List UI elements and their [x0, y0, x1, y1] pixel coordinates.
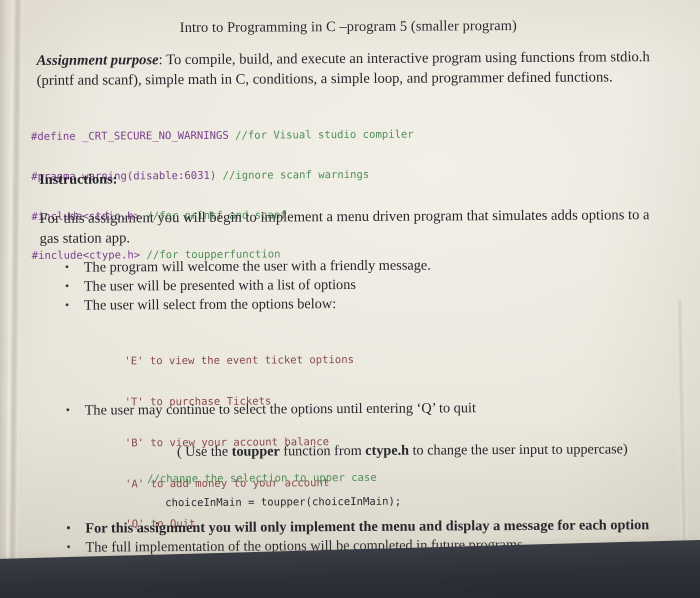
continue-bullet-list: The user may continue to select the opti… [63, 399, 476, 421]
page-content-skew-wrapper: Intro to Programming in C –program 5 (sm… [0, 0, 700, 598]
document-title: Intro to Programming in C –program 5 (sm… [179, 17, 517, 37]
snippet-code-line: choiceInMain = toupper(choiceInMain); [165, 495, 402, 510]
menu-option-e: 'E' to view the event ticket options [124, 354, 355, 368]
assignment-purpose-label: Assignment purpose [36, 52, 159, 69]
list-item: The program will welcome the user with a… [62, 257, 431, 278]
toupper-note-prefix: ( Use the [176, 443, 232, 461]
list-item: The full implementation of the options w… [63, 535, 649, 558]
code-define-directive: #define _CRT_SECURE_NO_WARNINGS [30, 130, 236, 144]
toupper-note-suffix: to change the user input to uppercase) [408, 441, 628, 459]
list-item: The user may continue to select the opti… [63, 399, 476, 421]
closing-bullet-list: For this assignment you will only implem… [63, 516, 649, 558]
assignment-purpose-paragraph: Assignment purpose: To compile, build, a… [36, 48, 664, 91]
instructions-heading: Instructions: [39, 171, 118, 188]
toupper-function-name: toupper [231, 443, 280, 460]
code-line-define: #define _CRT_SECURE_NO_WARNINGS //for Vi… [31, 129, 414, 145]
intro-paragraph: For this assignment you will begin to im… [39, 207, 650, 247]
list-item: The user will select from the options be… [62, 295, 431, 316]
toupper-note: ( Use the toupper function from ctype.h … [177, 441, 628, 461]
toupper-note-middle: function from [279, 442, 366, 460]
requirement-bullet-list: The program will welcome the user with a… [62, 257, 431, 317]
footer-line: Use the following programmer defined fun… [29, 557, 497, 576]
document-page: Intro to Programming in C –program 5 (sm… [0, 0, 700, 598]
code-define-comment: //for Visual studio compiler [235, 129, 414, 143]
document-content: Intro to Programming in C –program 5 (sm… [0, 0, 700, 598]
ctype-header-name: ctype.h [365, 442, 410, 459]
code-pragma-comment: //ignore scanf warnings [222, 168, 370, 182]
snippet-comment-line: //change the selection to upper case [147, 471, 377, 486]
list-item: The user will be presented with a list o… [62, 276, 431, 297]
